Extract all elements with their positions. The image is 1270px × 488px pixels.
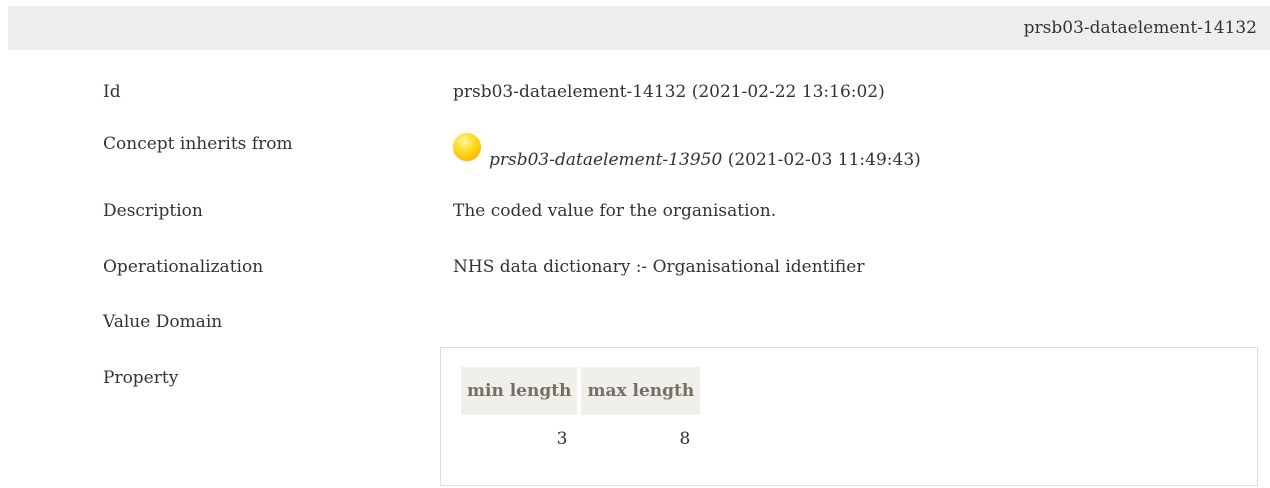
property-header-row: min length max length [461,367,701,415]
inherits-label: Concept inherits from [103,134,293,154]
property-table: min length max length 3 8 [457,367,704,463]
id-label: Id [103,82,121,102]
property-panel: min length max length 3 8 [440,347,1258,486]
inherits-value: prsb03-dataelement-13950 (2021-02-03 11:… [489,149,921,171]
yellow-ball-icon [453,133,481,161]
max-length-header: max length [581,367,701,415]
value-domain-label: Value Domain [103,312,223,332]
inherits-ref-link[interactable]: prsb03-dataelement-13950 [489,150,722,170]
inherits-ref-date: (2021-02-03 11:49:43) [727,150,921,170]
header-bar: prsb03-dataelement-14132 [8,6,1270,50]
operationalization-value: NHS data dictionary :- Organisational id… [453,257,865,277]
min-length-value: 3 [556,429,568,449]
max-length-value: 8 [679,429,691,449]
element-id-title: prsb03-dataelement-14132 [1023,18,1257,38]
id-value: prsb03-dataelement-14132 (2021-02-22 13:… [453,82,885,102]
min-length-header: min length [461,367,578,415]
operationalization-label: Operationalization [103,257,264,277]
description-label: Description [103,201,203,221]
property-value-row: 3 8 [461,415,700,463]
property-label: Property [103,368,179,388]
description-value: The coded value for the organisation. [453,201,777,221]
